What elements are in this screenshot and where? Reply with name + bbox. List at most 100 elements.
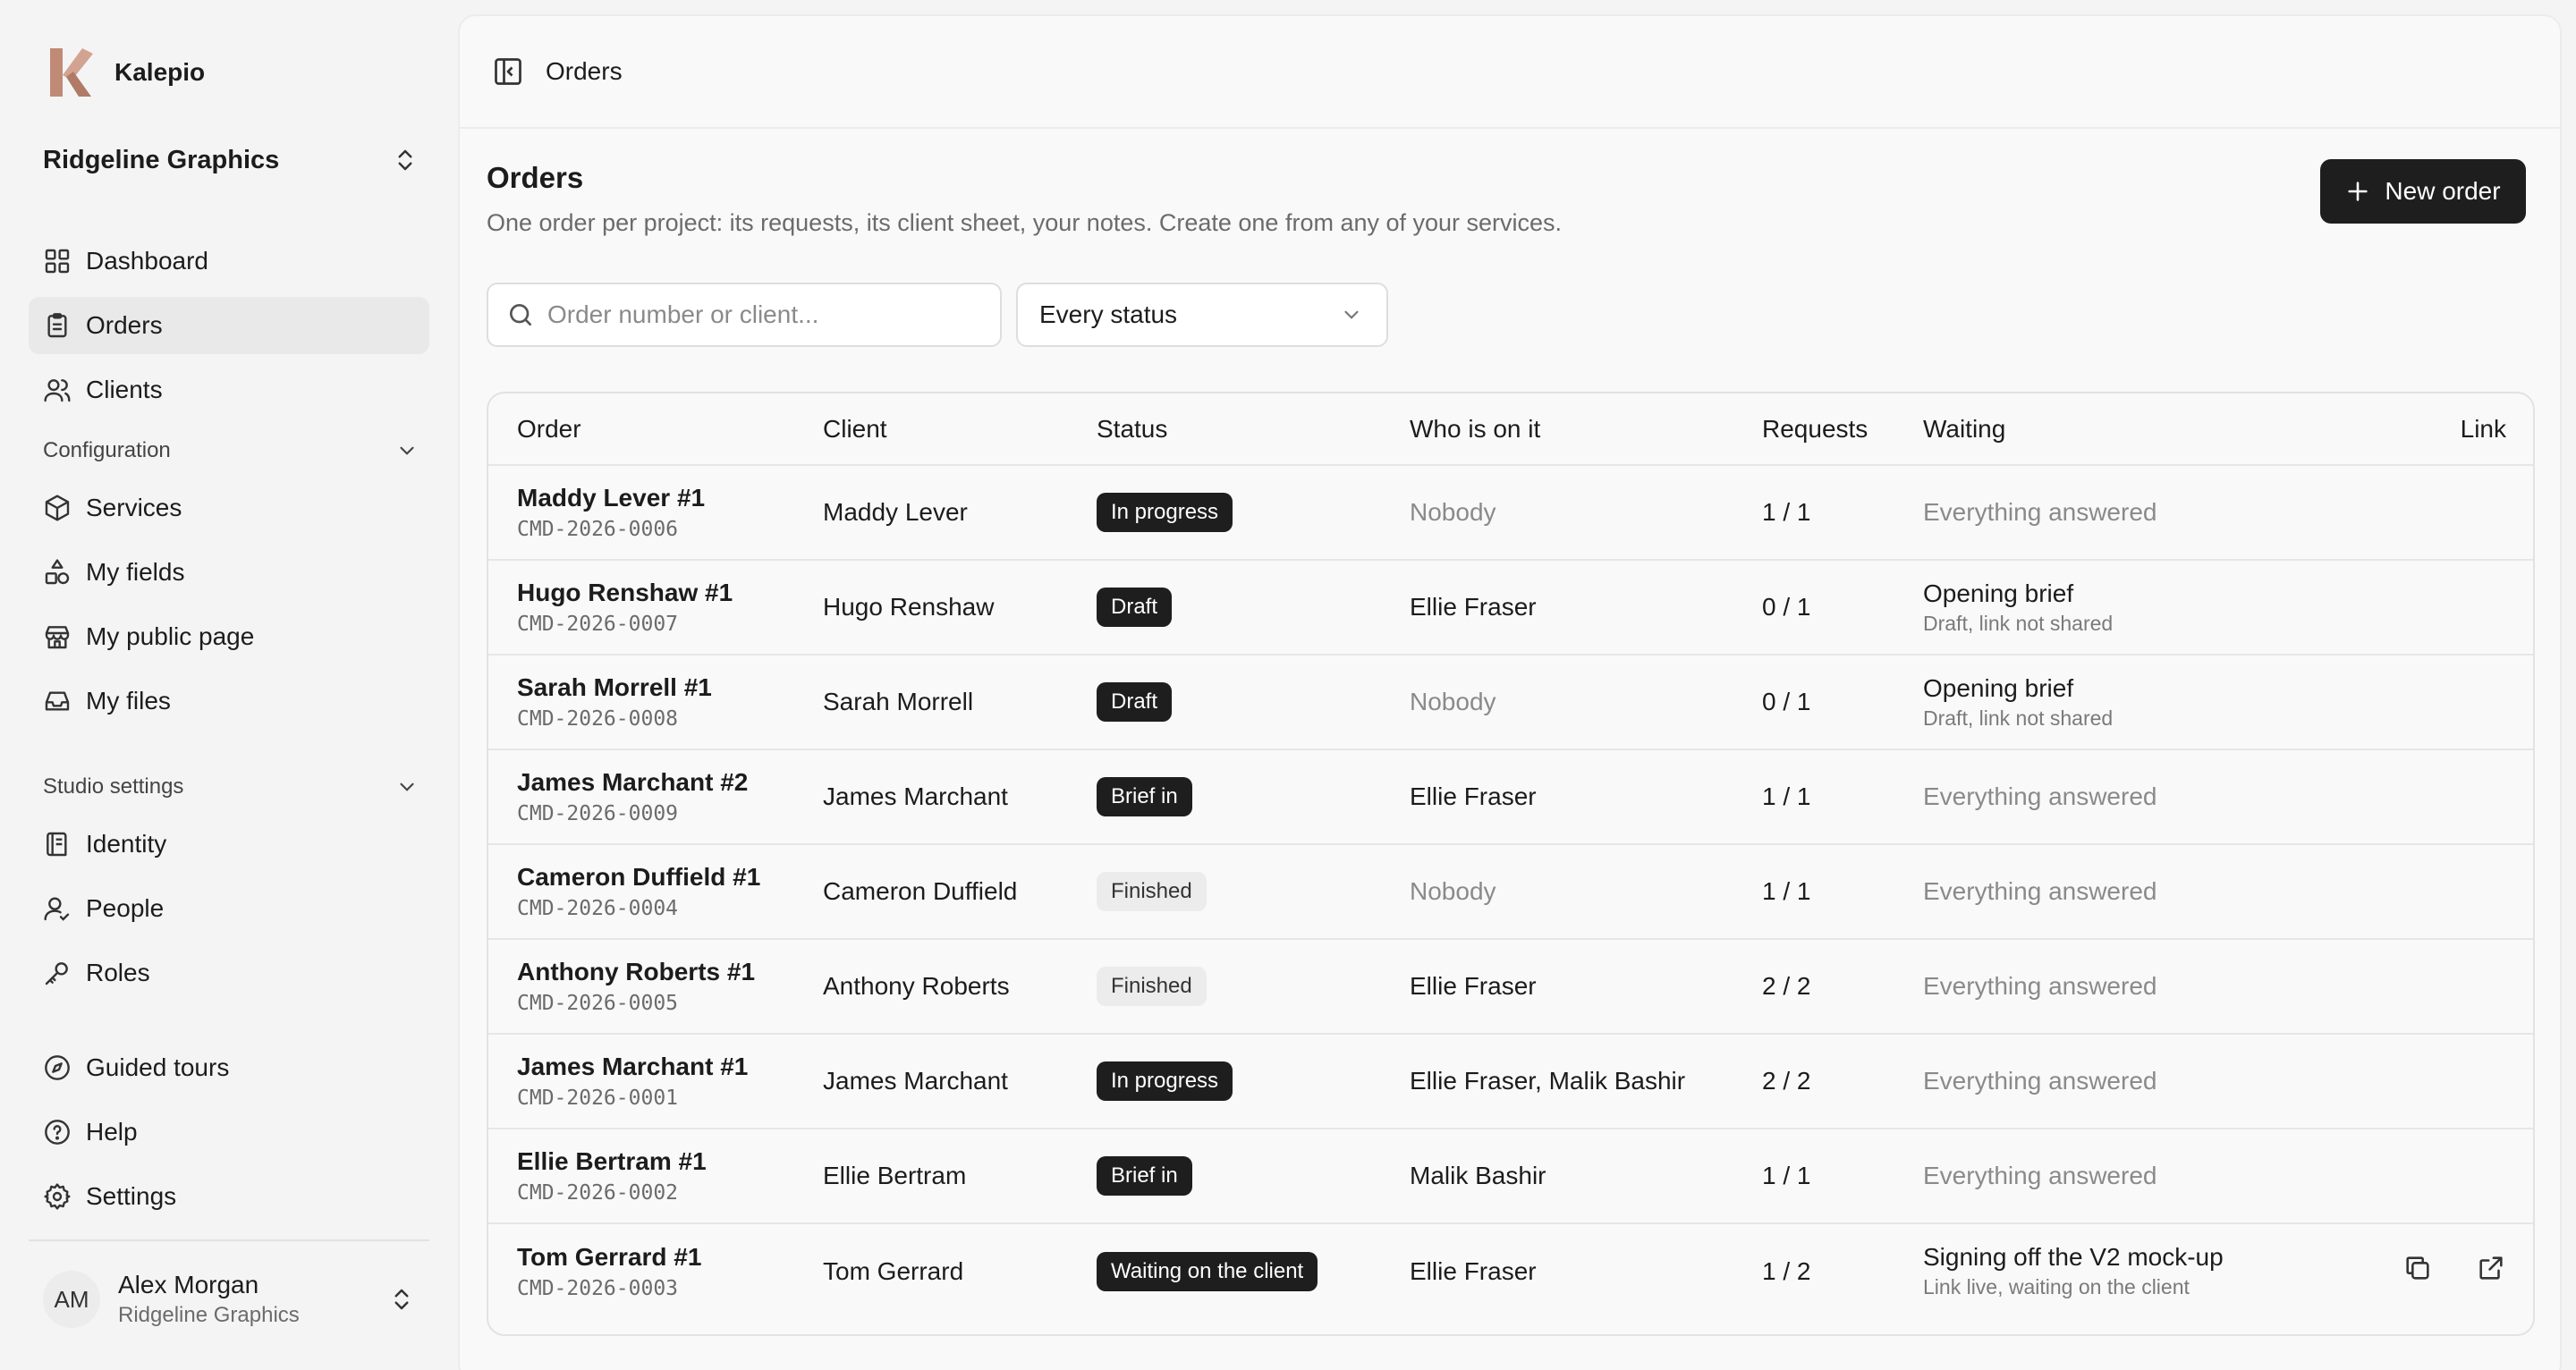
column-header-waiting[interactable]: Waiting [1923, 393, 2347, 466]
column-header-order[interactable]: Order [488, 393, 823, 466]
workspace-name: Ridgeline Graphics [43, 145, 280, 174]
order-cell[interactable]: Maddy Lever #1 CMD-2026-0006 [488, 465, 823, 561]
column-header-who[interactable]: Who is on it [1410, 393, 1762, 466]
client-cell: Anthony Roberts [823, 939, 1097, 1035]
sidebar-toggle-icon[interactable] [492, 55, 524, 88]
table-row[interactable]: Maddy Lever #1 CMD-2026-0006 Maddy Lever In… [488, 465, 2533, 561]
waiting-detail: Draft, link not shared [1923, 706, 2114, 730]
nav-item-help[interactable]: Help [29, 1104, 429, 1161]
order-cell[interactable]: Tom Gerrard #1 CMD-2026-0003 [488, 1223, 823, 1318]
waiting-cell: Opening brief Draft, link not shared [1923, 560, 2347, 655]
nav-label: Dashboard [86, 247, 208, 275]
requests-cell: 0 / 1 [1762, 655, 1923, 750]
table-row[interactable]: Ellie Bertram #1 CMD-2026-0002 Ellie Bertr… [488, 1129, 2533, 1224]
status-cell: Finished [1097, 844, 1410, 940]
waiting-status: Opening brief [1923, 673, 2074, 702]
assignee-cell: Malik Bashir [1410, 1129, 1762, 1224]
order-name[interactable]: Ellie Bertram #1 [517, 1147, 823, 1176]
plus-icon [2348, 182, 2368, 201]
nav-item-guided-tours[interactable]: Guided tours [29, 1039, 429, 1096]
nav-item-clients[interactable]: Clients [29, 361, 429, 419]
nav-item-my-public-page[interactable]: My public page [29, 608, 429, 665]
nav-label: Identity [86, 830, 167, 858]
nav-item-my-files[interactable]: My files [29, 672, 429, 730]
nav-label: Orders [86, 311, 163, 339]
waiting-detail: Draft, link not shared [1923, 611, 2114, 635]
table-row[interactable]: Sarah Morrell #1 CMD-2026-0008 Sarah Morre… [488, 655, 2533, 750]
waiting-detail: Link live, waiting on the client [1923, 1275, 2190, 1298]
shapes-icon [43, 558, 72, 587]
orders-table: Order Client Status Who is on it Request… [487, 392, 2535, 1336]
order-cell[interactable]: Hugo Renshaw #1 CMD-2026-0007 [488, 560, 823, 655]
table-row[interactable]: Hugo Renshaw #1 CMD-2026-0007 Hugo Renshaw… [488, 560, 2533, 655]
page-subtitle: One order per project: its requests, its… [487, 209, 1563, 236]
nav-item-people[interactable]: People [29, 880, 429, 937]
workspace-switcher[interactable]: Ridgeline Graphics [43, 136, 419, 184]
order-name[interactable]: Anthony Roberts #1 [517, 958, 823, 986]
nav-item-services[interactable]: Services [29, 479, 429, 537]
column-header-requests[interactable]: Requests [1762, 393, 1923, 466]
nav-item-orders[interactable]: Orders [29, 297, 429, 354]
status-cell: Waiting on the client [1097, 1223, 1410, 1318]
order-name[interactable]: Sarah Morrell #1 [517, 673, 823, 702]
nav-label: Guided tours [86, 1053, 230, 1081]
order-name[interactable]: James Marchant #1 [517, 1053, 823, 1081]
table-row[interactable]: James Marchant #1 CMD-2026-0001 James Marc… [488, 1034, 2533, 1129]
order-code: CMD-2026-0006 [517, 518, 679, 541]
order-cell[interactable]: Cameron Duffield #1 CMD-2026-0004 [488, 844, 823, 940]
table-row[interactable]: Cameron Duffield #1 CMD-2026-0004 Cameron … [488, 844, 2533, 940]
assignee-cell: Nobody [1410, 844, 1762, 940]
configuration-section-toggle[interactable]: Configuration [43, 433, 419, 469]
waiting-status: Everything answered [1923, 1162, 2157, 1189]
search-input[interactable] [547, 300, 977, 329]
order-name[interactable]: Tom Gerrard #1 [517, 1243, 823, 1272]
new-order-button[interactable]: New order [2320, 159, 2526, 224]
nav-item-settings[interactable]: Settings [29, 1168, 429, 1225]
status-cell: Brief in [1097, 749, 1410, 845]
order-code: CMD-2026-0003 [517, 1276, 679, 1300]
column-header-link: Link [2347, 393, 2533, 466]
nav-item-dashboard[interactable]: Dashboard [29, 233, 429, 290]
order-name[interactable]: Cameron Duffield #1 [517, 863, 823, 892]
column-header-client[interactable]: Client [823, 393, 1097, 466]
column-header-status[interactable]: Status [1097, 393, 1410, 466]
user-menu[interactable]: AM Alex Morgan Ridgeline Graphics [29, 1261, 429, 1338]
nav-label: Help [86, 1118, 138, 1146]
order-code: CMD-2026-0004 [517, 897, 679, 920]
topbar: Orders [460, 16, 2560, 129]
link-cell [2347, 939, 2533, 1035]
order-cell[interactable]: Ellie Bertram #1 CMD-2026-0002 [488, 1129, 823, 1224]
app-name: Kalepio [114, 58, 206, 86]
table-row[interactable]: Tom Gerrard #1 CMD-2026-0003 Tom Gerrard Wa… [488, 1223, 2533, 1318]
nav-item-roles[interactable]: Roles [29, 944, 429, 1002]
copy-link-icon[interactable] [2402, 1253, 2433, 1283]
order-cell[interactable]: James Marchant #1 CMD-2026-0001 [488, 1034, 823, 1129]
client-cell: James Marchant [823, 1034, 1097, 1129]
table-row[interactable]: Anthony Roberts #1 CMD-2026-0005 Anthony R… [488, 939, 2533, 1035]
open-link-icon[interactable] [2476, 1253, 2506, 1283]
order-name[interactable]: Maddy Lever #1 [517, 484, 823, 512]
search-box[interactable] [487, 283, 1002, 347]
configuration-nav: Services My fields My public page My fil… [29, 479, 429, 737]
user-info: Alex Morgan Ridgeline Graphics [118, 1271, 388, 1328]
status-cell: Finished [1097, 939, 1410, 1035]
sidebar: Kalepio Ridgeline Graphics Dashboard Ord… [0, 0, 456, 1370]
order-cell[interactable]: Sarah Morrell #1 CMD-2026-0008 [488, 655, 823, 750]
link-cell [2347, 1129, 2533, 1224]
nav-item-identity[interactable]: Identity [29, 816, 429, 873]
nav-item-my-fields[interactable]: My fields [29, 544, 429, 601]
table-row[interactable]: James Marchant #2 CMD-2026-0009 James Marc… [488, 749, 2533, 845]
nav-label: People [86, 894, 165, 922]
status-filter-select[interactable]: Every status [1016, 283, 1388, 347]
client-cell: Sarah Morrell [823, 655, 1097, 750]
order-cell[interactable]: James Marchant #2 CMD-2026-0009 [488, 749, 823, 845]
order-name[interactable]: James Marchant #2 [517, 768, 823, 797]
requests-cell: 0 / 1 [1762, 560, 1923, 655]
brand[interactable]: Kalepio [47, 43, 205, 102]
status-cell: In progress [1097, 465, 1410, 561]
nav-label: Settings [86, 1182, 177, 1210]
key-icon [43, 959, 72, 987]
studio-settings-section-toggle[interactable]: Studio settings [43, 769, 419, 805]
order-cell[interactable]: Anthony Roberts #1 CMD-2026-0005 [488, 939, 823, 1035]
order-name[interactable]: Hugo Renshaw #1 [517, 579, 823, 607]
